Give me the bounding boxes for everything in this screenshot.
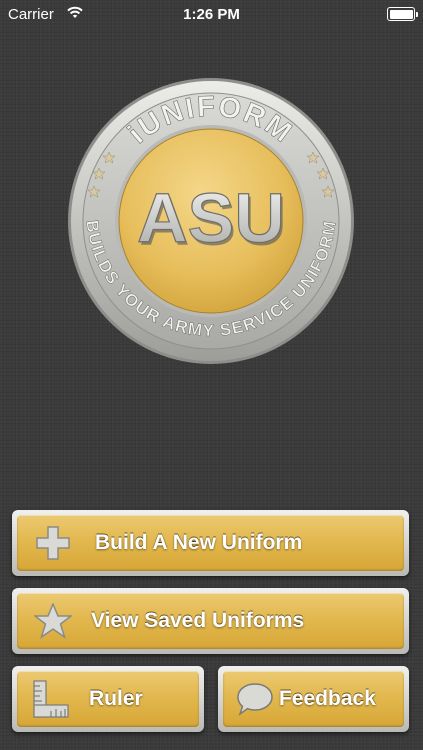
feedback-button[interactable]: Feedback [218,666,409,732]
feedback-label: Feedback [279,687,376,710]
build-new-uniform-button[interactable]: Build A New Uniform [12,510,409,576]
ruler-button[interactable]: Ruler [12,666,204,732]
ruler-icon [33,680,69,718]
plus-icon [36,526,70,560]
build-new-uniform-label: Build A New Uniform [95,531,303,554]
status-time: 1:26 PM [183,6,240,23]
ruler-label: Ruler [89,687,143,710]
speech-bubble-icon [237,683,273,716]
star-icon [34,603,72,639]
view-saved-uniforms-label: View Saved Uniforms [91,609,305,632]
battery-icon [387,7,418,21]
asu-emblem-logo: iUNIFORM BUILDS YOUR ARMY SERVICE UNIFOR… [68,78,354,364]
status-bar: Carrier 1:26 PM [0,0,423,30]
asu-center-text: ASU [137,179,285,257]
view-saved-uniforms-button[interactable]: View Saved Uniforms [12,588,409,654]
